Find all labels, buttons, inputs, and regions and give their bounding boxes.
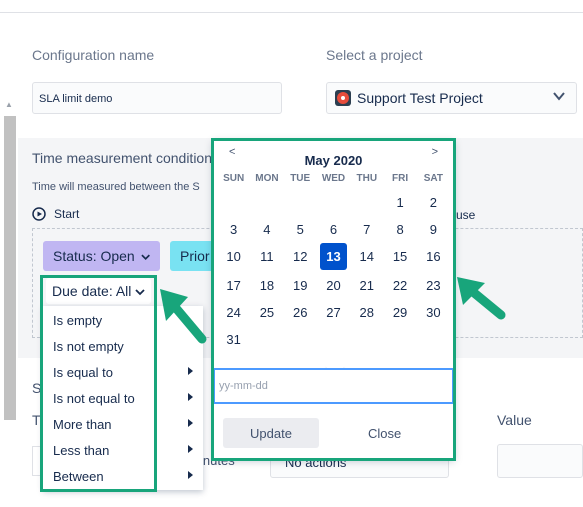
- calendar-day[interactable]: 25: [250, 298, 283, 325]
- time-measurement-title: Time measurement condition: [32, 150, 213, 166]
- due-date-operator-menu: Is empty Is not empty Is equal to Is not eq…: [43, 306, 203, 490]
- calendar-day[interactable]: 4: [250, 215, 283, 242]
- time-measurement-description: Time will measured between the S: [32, 181, 200, 193]
- calendar-day[interactable]: 26: [284, 298, 317, 325]
- chevron-down-icon: [135, 289, 146, 296]
- value-label: Value: [497, 412, 532, 428]
- menu-item-label: More than: [53, 417, 112, 432]
- project-avatar-icon: [335, 90, 351, 106]
- chevron-down-icon: [141, 254, 150, 261]
- menu-item[interactable]: More than: [43, 410, 203, 436]
- time-input[interactable]: [32, 446, 42, 476]
- calendar-day[interactable]: 28: [350, 298, 383, 325]
- menu-item-label: Less than: [53, 443, 110, 458]
- calendar-day[interactable]: 6: [317, 215, 350, 242]
- calendar-day[interactable]: 18: [250, 271, 283, 298]
- weekday-header: WED: [321, 173, 346, 184]
- calendar-month-title: May 2020: [304, 153, 363, 168]
- play-circle-icon: [32, 207, 46, 221]
- start-row: Start: [32, 207, 79, 221]
- menu-item[interactable]: Is empty: [43, 306, 203, 332]
- chevron-down-icon: [553, 92, 565, 101]
- pause-label: use: [456, 208, 476, 222]
- lower-section-label: S: [32, 380, 42, 396]
- calendar-day[interactable]: 16: [417, 242, 450, 269]
- status-chip-label: Status: Open: [53, 248, 135, 264]
- calendar-day[interactable]: 29: [383, 298, 416, 325]
- project-name: Support Test Project: [357, 90, 483, 106]
- calendar-day[interactable]: 3: [217, 215, 250, 242]
- config-name-label: Configuration name: [32, 47, 155, 63]
- calendar-day[interactable]: 19: [284, 271, 317, 298]
- menu-item[interactable]: Is not equal to: [43, 384, 203, 410]
- config-name-input[interactable]: SLA limit demo: [32, 82, 282, 114]
- start-label: Start: [54, 207, 80, 221]
- submenu-caret-icon: [188, 471, 193, 479]
- menu-item-label: Between: [53, 469, 104, 484]
- calendar-grid: SUN MON TUE WED THU FRI SAT 1 2 3 4 5 6 7 8 9 10 11 12 13 14…: [217, 170, 450, 352]
- calendar-day[interactable]: 10: [217, 242, 250, 269]
- lower-field-label: T: [32, 412, 41, 428]
- calendar-day[interactable]: 5: [284, 215, 317, 242]
- submenu-caret-icon: [188, 367, 193, 375]
- submenu-caret-icon: [188, 419, 193, 427]
- calendar-blank: [284, 188, 317, 215]
- calendar-day[interactable]: 31: [217, 325, 250, 352]
- calendar-day[interactable]: 17: [217, 271, 250, 298]
- close-button[interactable]: Close: [368, 426, 401, 441]
- project-select[interactable]: Support Test Project: [326, 82, 577, 114]
- update-button[interactable]: Update: [223, 418, 319, 448]
- top-divider: [0, 12, 583, 13]
- calendar-day[interactable]: 15: [383, 242, 416, 269]
- date-input[interactable]: yy-mm-dd: [213, 368, 454, 404]
- calendar-day[interactable]: 20: [317, 271, 350, 298]
- calendar-day[interactable]: 14: [350, 242, 383, 269]
- calendar-blank: [217, 188, 250, 215]
- calendar-day[interactable]: 2: [417, 188, 450, 215]
- calendar-day[interactable]: 24: [217, 298, 250, 325]
- calendar-day[interactable]: 8: [383, 215, 416, 242]
- calendar-day[interactable]: 9: [417, 215, 450, 242]
- calendar-day[interactable]: 1: [383, 188, 416, 215]
- due-date-chip[interactable]: Due date: All: [46, 278, 152, 304]
- submenu-caret-icon: [188, 393, 193, 401]
- calendar-blank: [250, 188, 283, 215]
- calendar-blank: [350, 188, 383, 215]
- calendar-day[interactable]: 30: [417, 298, 450, 325]
- menu-item[interactable]: Less than: [43, 436, 203, 462]
- menu-item-label: Is not empty: [53, 339, 124, 354]
- menu-item-label: Is not equal to: [53, 391, 135, 406]
- scrollbar-thumb[interactable]: [4, 116, 16, 420]
- date-picker: < > May 2020 SUN MON TUE WED THU FRI SAT 1 2 3 4 5 6…: [213, 140, 454, 459]
- status-chip[interactable]: Status: Open: [43, 241, 160, 271]
- project-label: Select a project: [326, 47, 423, 63]
- calendar-day[interactable]: 12: [284, 242, 317, 269]
- menu-item-label: Is empty: [53, 313, 103, 328]
- calendar-day[interactable]: 27: [317, 298, 350, 325]
- menu-item-label: Is equal to: [53, 365, 113, 380]
- menu-item[interactable]: Is not empty: [43, 332, 203, 358]
- submenu-caret-icon: [188, 445, 193, 453]
- calendar-blank: [317, 188, 350, 215]
- weekday-header: MON: [255, 173, 279, 184]
- calendar-day[interactable]: 7: [350, 215, 383, 242]
- weekday-header: SAT: [423, 173, 443, 184]
- weekday-header: TUE: [290, 173, 311, 184]
- value-input[interactable]: [497, 444, 583, 478]
- calendar-day-selected[interactable]: 13: [319, 243, 348, 270]
- calendar-day[interactable]: 23: [417, 271, 450, 298]
- menu-item[interactable]: Is equal to: [43, 358, 203, 384]
- menu-item[interactable]: Between: [43, 462, 203, 488]
- scroll-up-icon[interactable]: ▲: [5, 100, 13, 109]
- calendar-day[interactable]: 21: [350, 271, 383, 298]
- calendar-day[interactable]: 22: [383, 271, 416, 298]
- weekday-header: THU: [356, 173, 378, 184]
- weekday-header: SUN: [223, 173, 245, 184]
- calendar-day[interactable]: 11: [250, 242, 283, 269]
- weekday-header: FRI: [392, 173, 409, 184]
- priority-chip-label: Prior: [180, 248, 210, 264]
- due-date-chip-label: Due date: All: [52, 283, 132, 299]
